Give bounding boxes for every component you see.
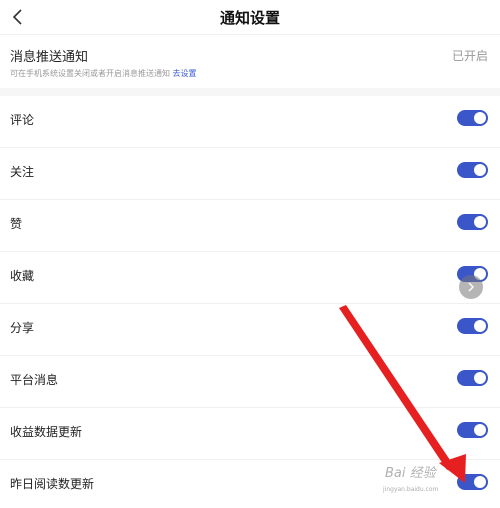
push-hint: 可在手机系统设置关闭或者开启消息推送通知 去设置 — [10, 68, 197, 79]
section-divider — [0, 88, 500, 96]
follow-toggle[interactable] — [457, 162, 488, 178]
toggle-knob — [474, 320, 486, 332]
floating-next-button[interactable] — [459, 275, 483, 299]
comment-toggle[interactable] — [457, 110, 488, 126]
push-title: 消息推送通知 — [10, 50, 89, 65]
list-item-label: 平台消息 — [10, 373, 59, 387]
toggle-knob — [474, 112, 486, 124]
toggle-knob — [474, 424, 486, 436]
list-item-label: 昨日阅读数更新 — [10, 477, 95, 491]
watermark-logo: Bai 经验 — [385, 466, 436, 481]
list-item-label: 收藏 — [10, 269, 35, 283]
share-toggle[interactable] — [457, 318, 488, 334]
list-item-comment: 评论 — [0, 96, 500, 148]
push-notification-section: 消息推送通知 已开启 可在手机系统设置关闭或者开启消息推送通知 去设置 — [0, 34, 500, 88]
platform-message-toggle[interactable] — [457, 370, 488, 386]
list-item-like: 赞 — [0, 200, 500, 252]
like-toggle[interactable] — [457, 214, 488, 230]
notification-list: 评论 关注 赞 收藏 分享 平台消息 收益数据更新 昨日阅读数更新 — [0, 96, 500, 508]
watermark-url: jingyan.baidu.com — [383, 486, 439, 493]
list-item-favorite: 收藏 — [0, 252, 500, 304]
toggle-knob — [474, 476, 486, 488]
list-item-follow: 关注 — [0, 148, 500, 200]
toggle-knob — [474, 164, 486, 176]
list-item-label: 评论 — [10, 113, 35, 127]
go-settings-link[interactable]: 去设置 — [173, 69, 197, 78]
earnings-update-toggle[interactable] — [457, 422, 488, 438]
yesterday-reads-toggle[interactable] — [457, 474, 488, 490]
top-bar: 通知设置 — [0, 0, 500, 34]
list-item-platform-message: 平台消息 — [0, 356, 500, 408]
list-item-share: 分享 — [0, 304, 500, 356]
chevron-right-icon — [468, 282, 474, 292]
list-item-label: 分享 — [10, 321, 35, 335]
list-item-label: 关注 — [10, 165, 35, 179]
list-item-label: 赞 — [10, 217, 23, 231]
push-hint-text: 可在手机系统设置关闭或者开启消息推送通知 — [10, 69, 170, 78]
toggle-knob — [474, 216, 486, 228]
list-item-label: 收益数据更新 — [10, 425, 83, 439]
push-status: 已开启 — [451, 49, 488, 63]
toggle-knob — [474, 372, 486, 384]
page-title: 通知设置 — [219, 9, 280, 27]
list-item-earnings-update: 收益数据更新 — [0, 408, 500, 460]
